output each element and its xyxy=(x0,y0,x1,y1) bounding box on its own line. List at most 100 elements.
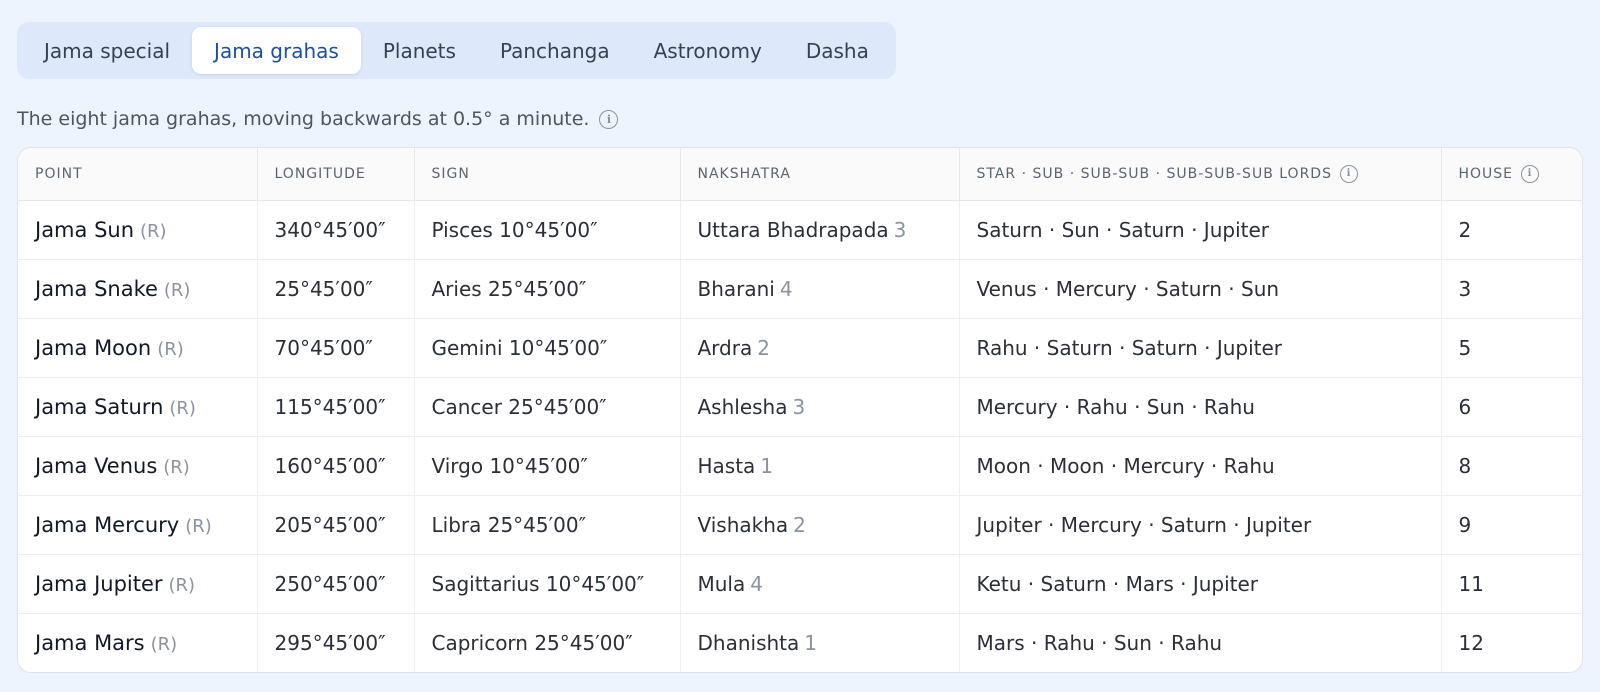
cell-longitude: 115°45′00″ xyxy=(257,377,415,437)
point-name: Jama Mars xyxy=(35,630,145,655)
table-row: Jama Moon (R) 70°45′00″ Gemini 10°45′00″ … xyxy=(18,318,1582,378)
cell-nakshatra: Mula 4 xyxy=(680,554,960,614)
cell-lords: Ketu · Saturn · Mars · Jupiter xyxy=(959,554,1442,614)
cell-longitude: 25°45′00″ xyxy=(257,259,415,319)
table-header-row: POINT LONGITUDE SIGN NAKSHATRA STAR · SU… xyxy=(18,148,1582,201)
nakshatra-pada: 3 xyxy=(893,217,907,242)
cell-point: Jama Moon (R) xyxy=(18,318,258,378)
cell-lords: Jupiter · Mercury · Saturn · Jupiter xyxy=(959,495,1442,555)
cell-nakshatra: Ardra 2 xyxy=(680,318,960,378)
cell-house: 5 xyxy=(1441,318,1582,378)
cell-point: Jama Venus (R) xyxy=(18,436,258,496)
header-sign: SIGN xyxy=(414,148,681,201)
retrograde-marker: (R) xyxy=(150,633,178,655)
nakshatra-pada: 2 xyxy=(793,512,806,537)
nakshatra-pada: 4 xyxy=(750,571,763,596)
cell-longitude: 340°45′00″ xyxy=(257,200,415,260)
cell-nakshatra: Vishakha 2 xyxy=(680,495,960,555)
table-row: Jama Mars (R) 295°45′00″ Capricorn 25°45′… xyxy=(18,613,1582,672)
cell-lords: Saturn · Sun · Saturn · Jupiter xyxy=(959,200,1442,260)
header-longitude: LONGITUDE xyxy=(257,148,415,201)
cell-lords: Venus · Mercury · Saturn · Sun xyxy=(959,259,1442,319)
cell-lords: Mercury · Rahu · Sun · Rahu xyxy=(959,377,1442,437)
nakshatra-name: Vishakha xyxy=(697,512,789,537)
point-name: Jama Moon xyxy=(35,335,152,360)
point-name: Jama Sun xyxy=(35,217,135,242)
tab-planets[interactable]: Planets xyxy=(361,27,478,74)
retrograde-marker: (R) xyxy=(157,338,184,360)
cell-point: Jama Saturn (R) xyxy=(18,377,258,437)
cell-longitude: 70°45′00″ xyxy=(257,318,415,378)
info-icon[interactable]: i xyxy=(599,109,619,129)
cell-longitude: 160°45′00″ xyxy=(257,436,415,496)
point-name: Jama Jupiter xyxy=(35,571,163,596)
caption-text: The eight jama grahas, moving backwards … xyxy=(17,108,590,130)
cell-point: Jama Jupiter (R) xyxy=(18,554,258,614)
nakshatra-pada: 1 xyxy=(804,630,817,655)
point-name: Jama Snake xyxy=(35,276,158,301)
nakshatra-name: Ashlesha xyxy=(697,394,788,419)
point-name: Jama Mercury xyxy=(35,512,180,537)
table-row: Jama Sun (R) 340°45′00″ Pisces 10°45′00″ … xyxy=(18,200,1582,260)
table-row: Jama Saturn (R) 115°45′00″ Cancer 25°45′0… xyxy=(18,377,1582,437)
table-row: Jama Mercury (R) 205°45′00″ Libra 25°45′0… xyxy=(18,495,1582,555)
jama-grahas-table: POINT LONGITUDE SIGN NAKSHATRA STAR · SU… xyxy=(17,147,1583,673)
tab-dasha[interactable]: Dasha xyxy=(784,27,891,74)
cell-nakshatra: Dhanishta 1 xyxy=(680,613,960,672)
cell-sign: Libra 25°45′00″ xyxy=(414,495,681,555)
cell-house: 11 xyxy=(1441,554,1582,614)
nakshatra-pada: 3 xyxy=(792,394,806,419)
cell-point: Jama Mars (R) xyxy=(18,613,258,672)
cell-sign: Cancer 25°45′00″ xyxy=(414,377,681,437)
nakshatra-name: Ardra xyxy=(697,335,753,360)
nakshatra-name: Uttara Bhadrapada xyxy=(697,217,889,242)
nakshatra-name: Bharani xyxy=(697,276,775,301)
cell-house: 2 xyxy=(1441,200,1582,260)
point-name: Jama Saturn xyxy=(35,394,164,419)
header-lords: STAR · SUB · SUB-SUB · SUB-SUB-SUB LORDS… xyxy=(959,148,1442,201)
table-row: Jama Jupiter (R) 250°45′00″ Sagittarius 1… xyxy=(18,554,1582,614)
table-row: Jama Venus (R) 160°45′00″ Virgo 10°45′00″… xyxy=(18,436,1582,496)
house-info-icon[interactable]: i xyxy=(1521,164,1540,183)
nakshatra-name: Mula xyxy=(697,571,746,596)
nakshatra-pada: 2 xyxy=(757,335,770,360)
header-point: POINT xyxy=(18,148,258,201)
cell-nakshatra: Bharani 4 xyxy=(680,259,960,319)
retrograde-marker: (R) xyxy=(185,515,212,537)
cell-point: Jama Sun (R) xyxy=(18,200,258,260)
cell-sign: Pisces 10°45′00″ xyxy=(414,200,681,260)
cell-sign: Gemini 10°45′00″ xyxy=(414,318,681,378)
cell-sign: Virgo 10°45′00″ xyxy=(414,436,681,496)
retrograde-marker: (R) xyxy=(168,574,196,596)
cell-nakshatra: Hasta 1 xyxy=(680,436,960,496)
cell-lords: Mars · Rahu · Sun · Rahu xyxy=(959,613,1442,672)
cell-house: 9 xyxy=(1441,495,1582,555)
cell-point: Jama Snake (R) xyxy=(18,259,258,319)
cell-house: 8 xyxy=(1441,436,1582,496)
cell-house: 3 xyxy=(1441,259,1582,319)
table-caption: The eight jama grahas, moving backwards … xyxy=(17,108,619,130)
tab-panchanga[interactable]: Panchanga xyxy=(478,27,632,74)
cell-sign: Capricorn 25°45′00″ xyxy=(414,613,681,672)
cell-house: 6 xyxy=(1441,377,1582,437)
lords-info-icon[interactable]: i xyxy=(1339,164,1358,183)
retrograde-marker: (R) xyxy=(163,279,191,301)
cell-nakshatra: Ashlesha 3 xyxy=(680,377,960,437)
cell-sign: Aries 25°45′00″ xyxy=(414,259,681,319)
cell-nakshatra: Uttara Bhadrapada 3 xyxy=(680,200,960,260)
table-row: Jama Snake (R) 25°45′00″ Aries 25°45′00″ … xyxy=(18,259,1582,319)
cell-sign: Sagittarius 10°45′00″ xyxy=(414,554,681,614)
tab-jama-grahas[interactable]: Jama grahas xyxy=(192,27,361,74)
tab-astronomy[interactable]: Astronomy xyxy=(632,27,784,74)
tab-jama-special[interactable]: Jama special xyxy=(22,27,192,74)
retrograde-marker: (R) xyxy=(140,220,167,242)
nakshatra-pada: 4 xyxy=(779,276,793,301)
tab-bar: Jama special Jama grahas Planets Panchan… xyxy=(17,22,896,79)
retrograde-marker: (R) xyxy=(163,456,190,478)
header-house: HOUSE i xyxy=(1441,148,1582,201)
cell-longitude: 250°45′00″ xyxy=(257,554,415,614)
cell-lords: Rahu · Saturn · Saturn · Jupiter xyxy=(959,318,1442,378)
nakshatra-pada: 1 xyxy=(760,453,774,478)
cell-point: Jama Mercury (R) xyxy=(18,495,258,555)
nakshatra-name: Dhanishta xyxy=(697,630,800,655)
